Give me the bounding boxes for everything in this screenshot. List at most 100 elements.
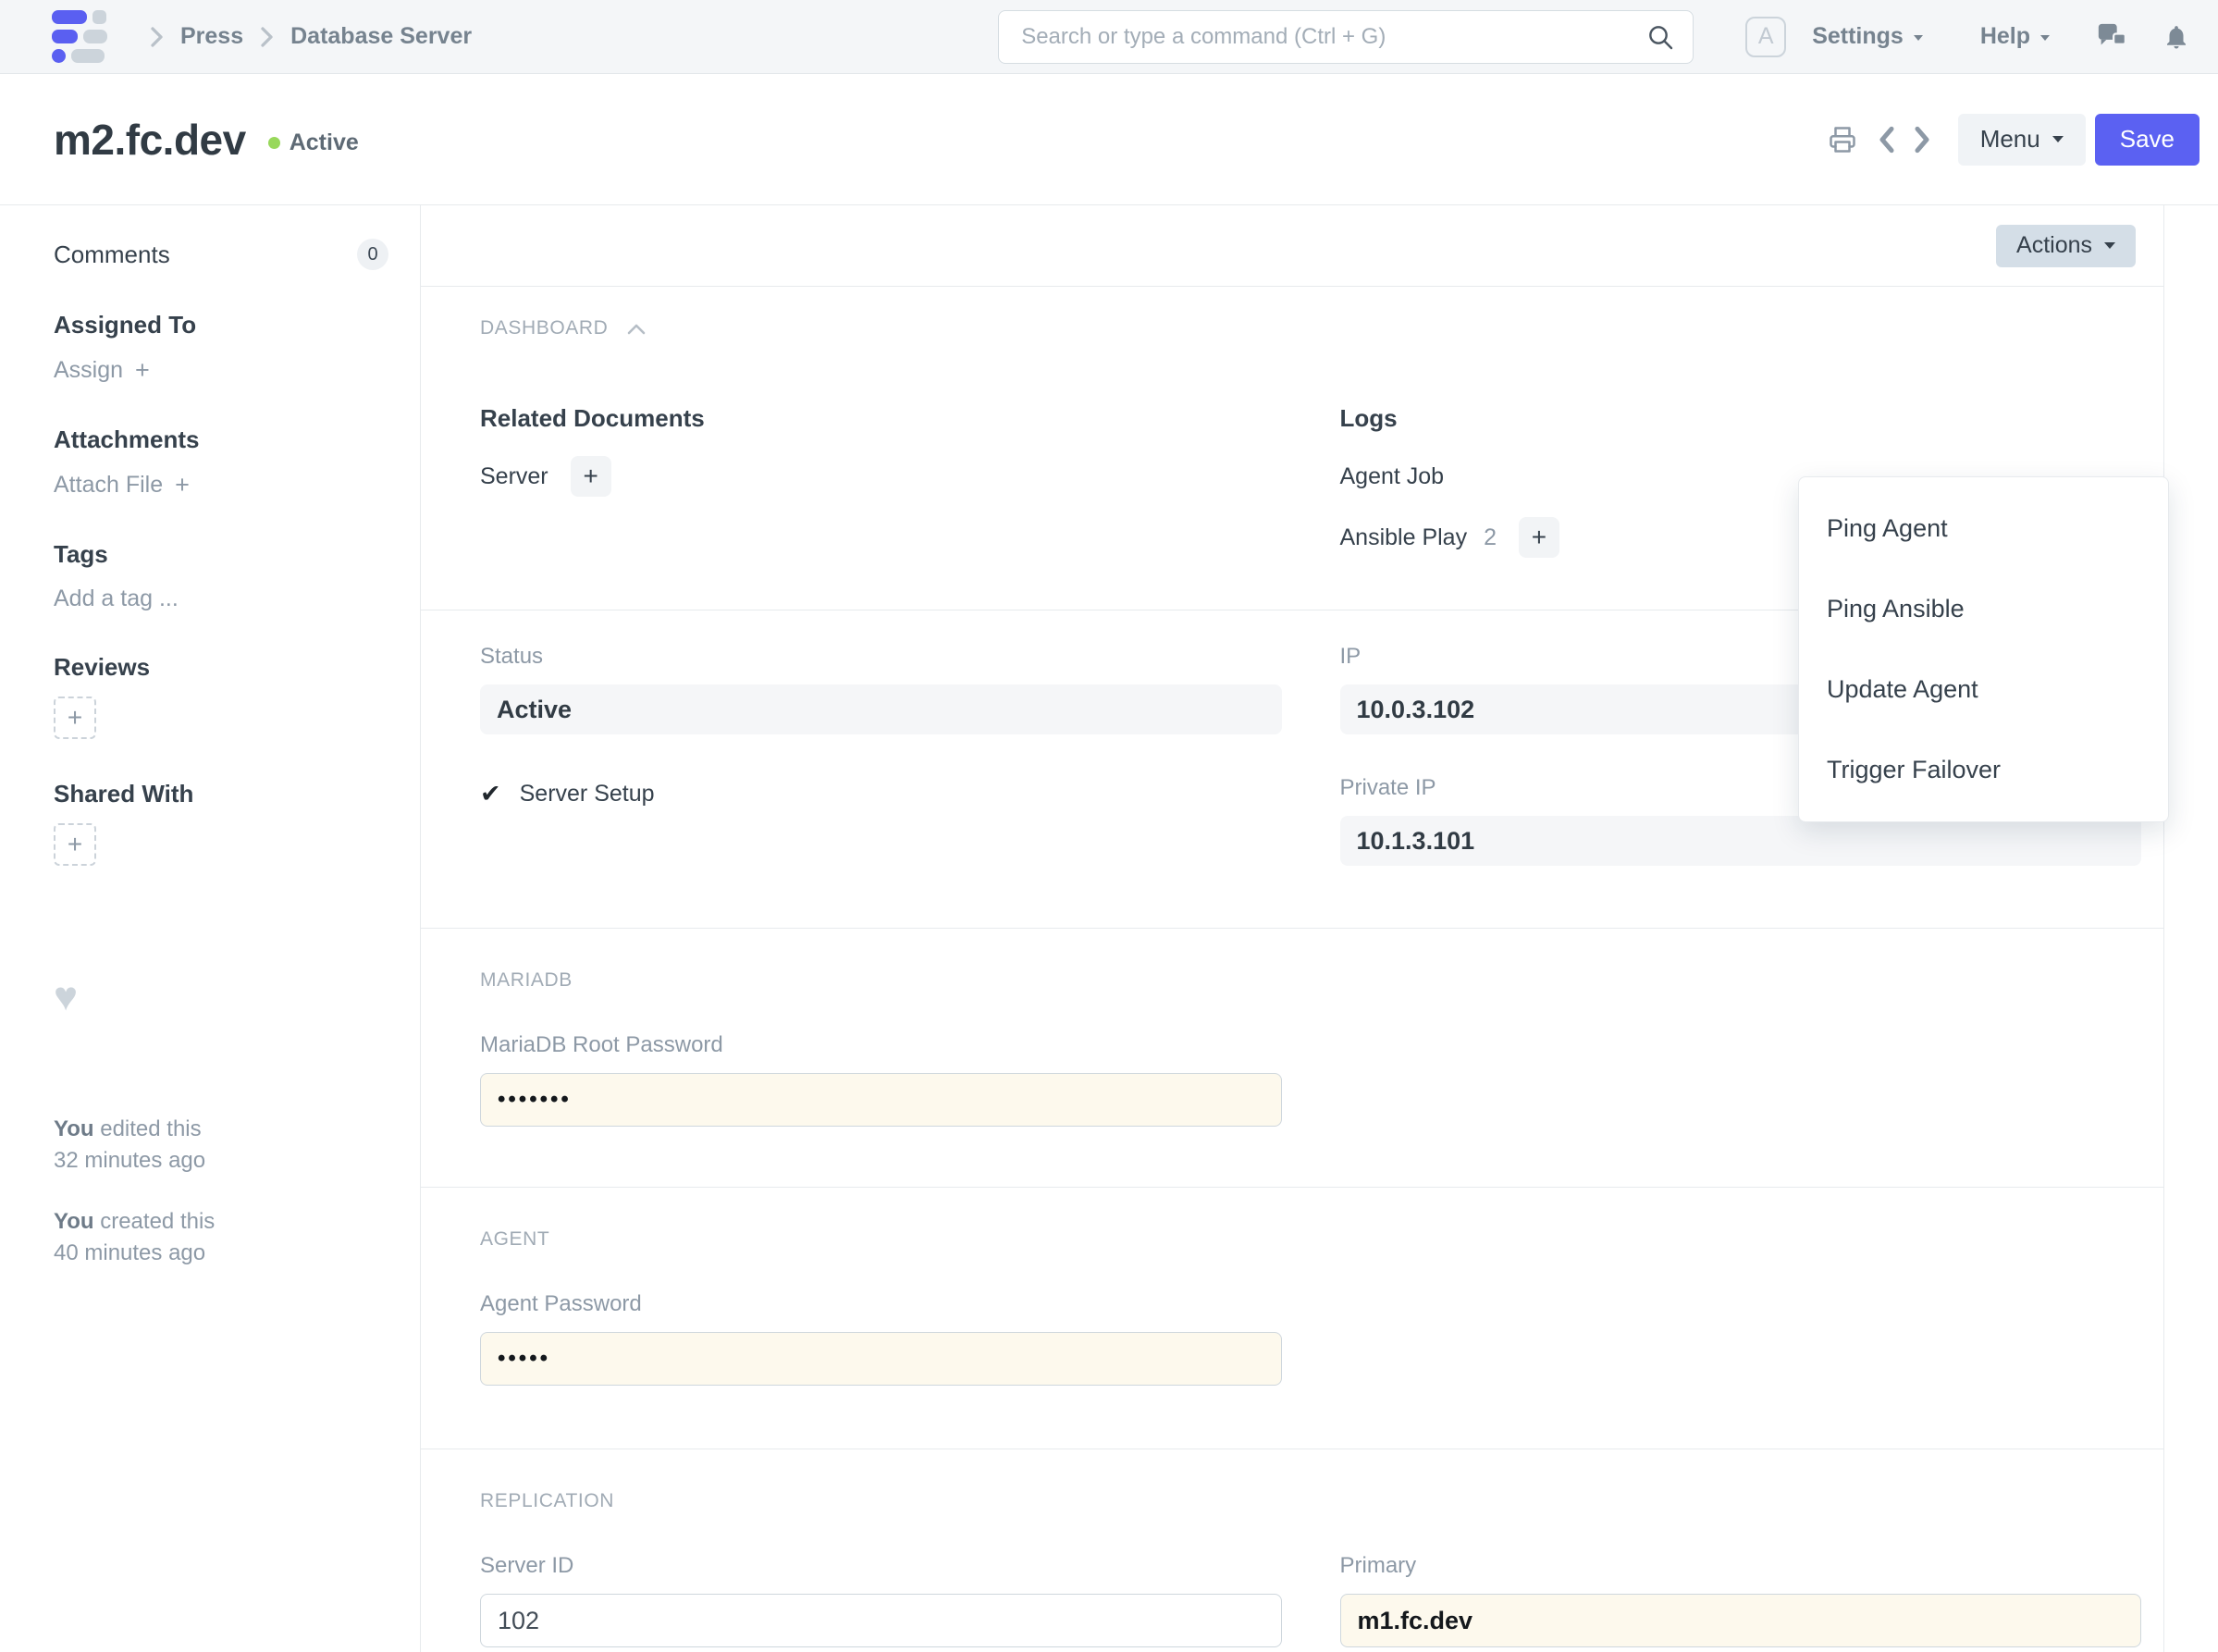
navbar: Press Database Server A Settings Help bbox=[0, 0, 2218, 74]
server-id-input[interactable]: 102 bbox=[480, 1594, 1282, 1647]
form-sidebar: Comments 0 Assigned To Assign + Attachme… bbox=[0, 205, 421, 1652]
plus-icon: + bbox=[67, 703, 83, 732]
search-icon bbox=[1645, 22, 1675, 52]
agent-password-label: Agent Password bbox=[480, 1291, 642, 1316]
assign-link[interactable]: Assign + bbox=[54, 356, 420, 385]
attach-file-link[interactable]: Attach File + bbox=[54, 471, 420, 499]
settings-label: Settings bbox=[1812, 23, 1904, 49]
server-setup-checkbox[interactable]: ✔ Server Setup bbox=[480, 781, 1282, 808]
agent-password-value: ••••• bbox=[498, 1346, 551, 1371]
mariadb-root-password-label: MariaDB Root Password bbox=[480, 1032, 723, 1057]
actions-dropdown-menu: Ping Agent Ping Ansible Update Agent Tri… bbox=[1798, 476, 2169, 822]
agent-job-link[interactable]: Agent Job bbox=[1340, 463, 1445, 490]
related-documents-title: Related Documents bbox=[480, 404, 705, 432]
plus-icon: + bbox=[135, 356, 150, 384]
server-id-label: Server ID bbox=[480, 1553, 574, 1578]
dashboard-section-title: DASHBOARD bbox=[480, 317, 609, 339]
share-button[interactable]: + bbox=[54, 823, 96, 866]
avatar-letter: A bbox=[1757, 23, 1774, 49]
form-body: Actions DASHBOARD Related Documents Serv… bbox=[421, 205, 2218, 1652]
menu-item-ping-ansible[interactable]: Ping Ansible bbox=[1799, 569, 2168, 649]
list-item-server: Server + bbox=[480, 455, 1282, 498]
agent-section-title: AGENT bbox=[480, 1228, 550, 1250]
breadcrumb-item-press[interactable]: Press bbox=[180, 23, 243, 50]
like-heart-icon[interactable]: ♥ bbox=[54, 977, 420, 1017]
primary-input[interactable]: m1.fc.dev bbox=[1339, 1594, 2141, 1647]
ansible-play-count: 2 bbox=[1484, 524, 1497, 550]
add-tag-input[interactable]: Add a tag ... bbox=[54, 586, 420, 612]
breadcrumb-item-database-server[interactable]: Database Server bbox=[290, 23, 472, 50]
agent-section: AGENT Agent Password ••••• bbox=[421, 1188, 2163, 1449]
edited-who: You bbox=[54, 1116, 94, 1141]
help-menu[interactable]: Help bbox=[1980, 23, 2050, 50]
created-who: You bbox=[54, 1209, 94, 1234]
server-link[interactable]: Server bbox=[480, 463, 548, 490]
print-icon[interactable] bbox=[1829, 126, 1856, 154]
chevron-down-icon bbox=[1913, 35, 1923, 41]
prev-document-icon[interactable] bbox=[1875, 126, 1899, 154]
avatar[interactable]: A bbox=[1745, 16, 1787, 57]
status-indicator: Active bbox=[267, 129, 359, 156]
status-indicator-label: Active bbox=[289, 129, 359, 155]
chevron-down-icon bbox=[2052, 136, 2064, 142]
collapse-chevron-up-icon[interactable] bbox=[626, 322, 647, 337]
private-ip-value: 10.1.3.101 bbox=[1356, 826, 1475, 855]
agent-password-field: Agent Password ••••• bbox=[480, 1291, 1282, 1386]
related-documents-column: Related Documents Server + bbox=[480, 404, 1282, 577]
chevron-down-icon bbox=[2040, 35, 2050, 41]
shared-with-heading: Shared With bbox=[54, 780, 194, 808]
menu-button[interactable]: Menu bbox=[1957, 113, 2086, 166]
agent-password-input[interactable]: ••••• bbox=[480, 1332, 1282, 1386]
mariadb-section-title: MARIADB bbox=[480, 969, 573, 991]
mariadb-root-password-input[interactable]: ••••••• bbox=[480, 1073, 1282, 1127]
add-server-button[interactable]: + bbox=[570, 456, 611, 497]
actions-button[interactable]: Actions bbox=[1996, 224, 2136, 267]
search-input[interactable] bbox=[998, 9, 1694, 64]
attachments-heading: Attachments bbox=[54, 425, 200, 453]
save-button-label: Save bbox=[2119, 125, 2175, 153]
global-search bbox=[998, 9, 1694, 64]
next-document-icon[interactable] bbox=[1910, 126, 1934, 154]
chevron-right-icon bbox=[150, 26, 164, 48]
mariadb-root-password-field: MariaDB Root Password ••••••• bbox=[480, 1032, 1282, 1127]
notifications-bell-icon[interactable] bbox=[2163, 21, 2190, 53]
active-dot-icon bbox=[267, 137, 280, 149]
plus-icon: + bbox=[175, 471, 190, 499]
form-actions-row: Actions bbox=[421, 205, 2163, 287]
menu-button-label: Menu bbox=[1979, 125, 2040, 153]
add-review-button[interactable]: + bbox=[54, 697, 96, 739]
reviews-heading: Reviews bbox=[54, 653, 151, 681]
app-logo-icon[interactable] bbox=[52, 10, 107, 63]
menu-item-update-agent[interactable]: Update Agent bbox=[1799, 649, 2168, 730]
attach-file-label: Attach File bbox=[54, 472, 164, 498]
edited-action: edited this bbox=[100, 1116, 202, 1141]
edited-meta: You edited this 32 minutes ago bbox=[54, 1114, 420, 1177]
add-tag-placeholder: Add a tag ... bbox=[54, 586, 179, 611]
replication-section-title: REPLICATION bbox=[480, 1490, 615, 1511]
created-meta: You created this 40 minutes ago bbox=[54, 1206, 420, 1269]
menu-item-trigger-failover[interactable]: Trigger Failover bbox=[1799, 730, 2168, 810]
ip-value: 10.0.3.102 bbox=[1356, 695, 1475, 723]
status-value: Active bbox=[497, 695, 573, 723]
mariadb-section: MARIADB MariaDB Root Password ••••••• bbox=[421, 929, 2163, 1188]
plus-icon: + bbox=[583, 462, 598, 490]
plus-icon: + bbox=[67, 830, 83, 858]
menu-item-ping-agent[interactable]: Ping Agent bbox=[1799, 488, 2168, 569]
chat-icon[interactable] bbox=[2096, 21, 2127, 53]
primary-value: m1.fc.dev bbox=[1357, 1606, 1473, 1634]
breadcrumb: Press Database Server bbox=[150, 23, 472, 50]
help-label: Help bbox=[1979, 23, 2030, 49]
save-button[interactable]: Save bbox=[2094, 113, 2200, 166]
plus-icon: + bbox=[1531, 523, 1547, 551]
ansible-play-link[interactable]: Ansible Play bbox=[1340, 524, 1468, 551]
page-head: m2.fc.dev Active Menu Save bbox=[0, 74, 2218, 205]
server-id-field: Server ID 102 bbox=[480, 1553, 1282, 1647]
sidebar-comments-link[interactable]: Comments bbox=[54, 240, 170, 269]
private-ip-value-box: 10.1.3.101 bbox=[1339, 816, 2141, 866]
add-ansible-play-button[interactable]: + bbox=[1518, 517, 1559, 558]
created-when: 40 minutes ago bbox=[54, 1240, 206, 1265]
settings-menu[interactable]: Settings bbox=[1812, 23, 1923, 50]
primary-label: Primary bbox=[1339, 1553, 1417, 1578]
status-label: Status bbox=[480, 644, 544, 669]
status-select[interactable]: Active bbox=[480, 684, 1282, 734]
